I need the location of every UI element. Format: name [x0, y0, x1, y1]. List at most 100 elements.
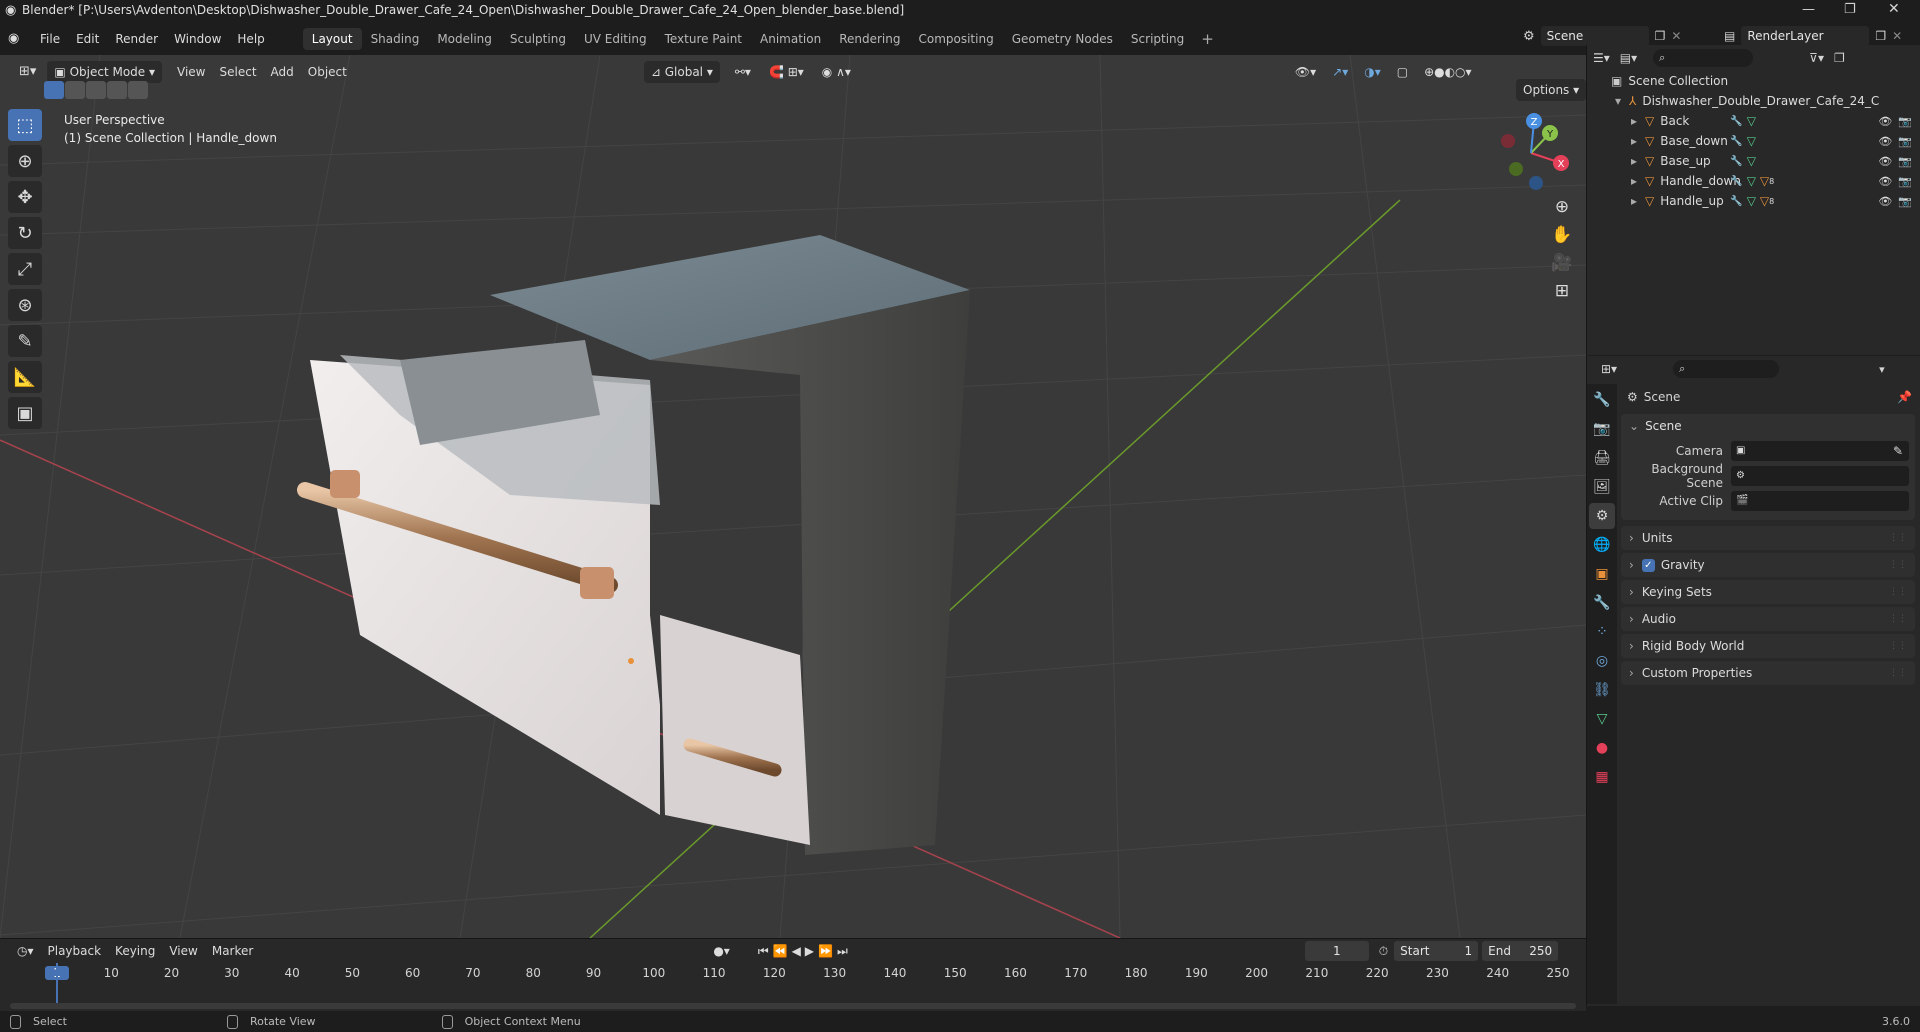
tab-sculpting[interactable]: Sculpting: [501, 28, 575, 50]
renderlayer-selector[interactable]: ▤ RenderLayer ❐ ✕: [1724, 26, 1902, 46]
scene-selector[interactable]: ⚙ Scene ❐ ✕: [1523, 26, 1681, 46]
expand-arrow-icon[interactable]: ▸: [1631, 154, 1645, 168]
overlay-toggle-icon[interactable]: ◑▾: [1357, 61, 1388, 83]
scene-tab-icon[interactable]: ⚙: [1589, 503, 1615, 529]
material-icon[interactable]: ▽: [1760, 174, 1769, 188]
menu-window[interactable]: Window: [166, 28, 229, 50]
rotate-tool-icon[interactable]: ↻: [8, 217, 42, 249]
timeline-menu-keying[interactable]: Keying: [108, 940, 162, 962]
gizmo-neg-z[interactable]: [1529, 176, 1543, 190]
data-tab-icon[interactable]: ▽: [1589, 706, 1615, 732]
dishwasher-model[interactable]: [297, 235, 970, 855]
expand-arrow-icon[interactable]: ▸: [1631, 114, 1645, 128]
render-camera-icon[interactable]: 📷: [1898, 155, 1912, 168]
panel-custom-properties[interactable]: › Custom Properties ⋮⋮: [1621, 661, 1915, 685]
3d-viewport[interactable]: ⊞▾ ▣ Object Mode ▾ View Select Add Object ⊿…: [0, 55, 1586, 938]
measure-tool-icon[interactable]: 📐: [8, 361, 42, 393]
outliner[interactable]: ☰▾ ▤▾ ⌕ ⊽▾ ❐ ▣ Scene Collection ▾ ⅄ Dish…: [1586, 45, 1920, 355]
modifier-icon[interactable]: 🔧: [1730, 136, 1742, 147]
render-tab-icon[interactable]: 📷: [1589, 416, 1615, 442]
render-camera-icon[interactable]: 📷: [1898, 115, 1912, 128]
viewport-scene[interactable]: [0, 55, 1586, 938]
start-frame-field[interactable]: Start 1: [1394, 941, 1479, 961]
panel-units[interactable]: › Units ⋮⋮: [1621, 526, 1915, 550]
render-camera-icon[interactable]: 📷: [1898, 175, 1912, 188]
timeline[interactable]: ◷▾ Playback Keying View Marker ●▾ ⏮⏪◀▶⏩⏭ 1 …: [0, 938, 1586, 1011]
outliner-root[interactable]: ▣ Scene Collection: [1587, 71, 1920, 91]
maximize-icon[interactable]: ❐: [1844, 2, 1856, 17]
snap-icon[interactable]: 🧲 ⊞▾: [762, 61, 811, 83]
drag-handle-icon[interactable]: ⋮⋮: [1889, 668, 1907, 678]
properties-editor[interactable]: ⊞▾ ⌕ ▾ 🔧 📷 🖨 🖼 ⚙ 🌐 ▣ 🔧 ⁘ ◎ ⛓ ▽ ● ▦ ⚙ Sce…: [1586, 356, 1920, 1006]
tab-uv-editing[interactable]: UV Editing: [575, 28, 656, 50]
drag-handle-icon[interactable]: ⋮⋮: [1889, 614, 1907, 624]
pivot-point-icon[interactable]: ⚯▾: [728, 61, 758, 83]
menu-edit[interactable]: Edit: [68, 28, 107, 50]
menu-render[interactable]: Render: [107, 28, 166, 50]
modifier-icon[interactable]: 🔧: [1730, 116, 1742, 127]
viewport-menu-view[interactable]: View: [170, 61, 212, 83]
delete-scene-icon[interactable]: ✕: [1671, 29, 1681, 43]
select-extend-icon[interactable]: [65, 81, 85, 99]
outliner-object-row[interactable]: ▸ ▽ Handle_up 🔧 ▽ ▽ 8 👁 📷: [1587, 191, 1920, 211]
modifier-icon[interactable]: 🔧: [1730, 176, 1742, 187]
texture-tab-icon[interactable]: ▦: [1589, 764, 1615, 790]
camera-field[interactable]: ▣ ✎: [1731, 440, 1909, 461]
timeline-menu-view[interactable]: View: [162, 940, 204, 962]
display-mode-icon[interactable]: ▤▾: [1620, 51, 1637, 65]
tab-layout[interactable]: Layout: [302, 27, 362, 50]
properties-editor-icon[interactable]: ⊞▾: [1601, 362, 1617, 376]
modifier-icon[interactable]: 🔧: [1730, 156, 1742, 167]
tab-geometry-nodes[interactable]: Geometry Nodes: [1003, 28, 1122, 50]
timeline-menu-playback[interactable]: Playback: [41, 940, 109, 962]
delete-renderlayer-icon[interactable]: ✕: [1892, 29, 1902, 43]
panel-rigid-body-world[interactable]: › Rigid Body World ⋮⋮: [1621, 634, 1915, 658]
outliner-editor-icon[interactable]: ☰▾: [1593, 51, 1610, 65]
blender-menu-icon[interactable]: ◉: [8, 31, 32, 46]
active-clip-field[interactable]: 🎬: [1731, 490, 1909, 511]
menu-help[interactable]: Help: [229, 28, 272, 50]
tab-scripting[interactable]: Scripting: [1122, 28, 1193, 50]
panel-gravity[interactable]: › ✓ Gravity ⋮⋮: [1621, 553, 1915, 577]
material-icon[interactable]: ▽: [1760, 194, 1769, 208]
expand-arrow-icon[interactable]: ▸: [1631, 134, 1645, 148]
drag-handle-icon[interactable]: ⋮⋮: [1889, 587, 1907, 597]
navigation-gizmo[interactable]: X Y Z: [1486, 111, 1576, 191]
particles-tab-icon[interactable]: ⁘: [1589, 619, 1615, 645]
move-tool-icon[interactable]: ✥: [8, 181, 42, 213]
playback-controls[interactable]: ⏮⏪◀▶⏩⏭: [751, 940, 859, 962]
eye-visibility-icon[interactable]: 👁: [1878, 175, 1892, 188]
drawer-front-lower[interactable]: [660, 615, 810, 845]
ortho-toggle-icon[interactable]: ⊞: [1548, 277, 1576, 305]
viewport-menu-add[interactable]: Add: [264, 61, 301, 83]
tab-rendering[interactable]: Rendering: [830, 28, 909, 50]
outliner-object-row[interactable]: ▸ ▽ Base_up 🔧 ▽ 👁 📷: [1587, 151, 1920, 171]
eyedropper-icon[interactable]: ✎: [1893, 444, 1903, 458]
add-cube-tool-icon[interactable]: ▣: [8, 397, 42, 429]
tool-tab-icon[interactable]: 🔧: [1589, 387, 1615, 413]
view-layer-tab-icon[interactable]: 🖼: [1589, 474, 1615, 500]
expand-arrow-icon[interactable]: ▾: [1615, 94, 1629, 108]
scene-panel-header[interactable]: ⌄ Scene: [1621, 414, 1915, 438]
proportional-edit-icon[interactable]: ◉ ∧▾: [815, 61, 858, 83]
eye-visibility-icon[interactable]: 👁: [1878, 155, 1892, 168]
menu-file[interactable]: File: [32, 28, 68, 50]
new-scene-icon[interactable]: ❐: [1655, 29, 1666, 43]
mesh-data-icon[interactable]: ▽: [1747, 134, 1756, 148]
editor-type-icon[interactable]: ⊞▾: [12, 61, 43, 83]
filter-icon[interactable]: ⊽▾: [1809, 51, 1824, 65]
tab-modeling[interactable]: Modeling: [428, 28, 501, 50]
constraints-tab-icon[interactable]: ⛓: [1589, 677, 1615, 703]
zoom-icon[interactable]: ⊕: [1548, 193, 1576, 221]
panel-keying-sets[interactable]: › Keying Sets ⋮⋮: [1621, 580, 1915, 604]
gravity-checkbox[interactable]: ✓: [1641, 558, 1655, 572]
properties-search-input[interactable]: ⌕: [1673, 360, 1780, 378]
timeline-menu-marker[interactable]: Marker: [205, 940, 260, 962]
camera-view-icon[interactable]: 🎥: [1548, 249, 1576, 277]
drag-handle-icon[interactable]: ⋮⋮: [1889, 533, 1907, 543]
cursor-tool-icon[interactable]: ⊕: [8, 145, 42, 177]
minimize-icon[interactable]: —: [1802, 2, 1815, 17]
options-button[interactable]: Options ▾: [1516, 79, 1586, 101]
visibility-icon[interactable]: 👁▾: [1288, 61, 1323, 83]
properties-options-icon[interactable]: ▾: [1879, 363, 1885, 376]
